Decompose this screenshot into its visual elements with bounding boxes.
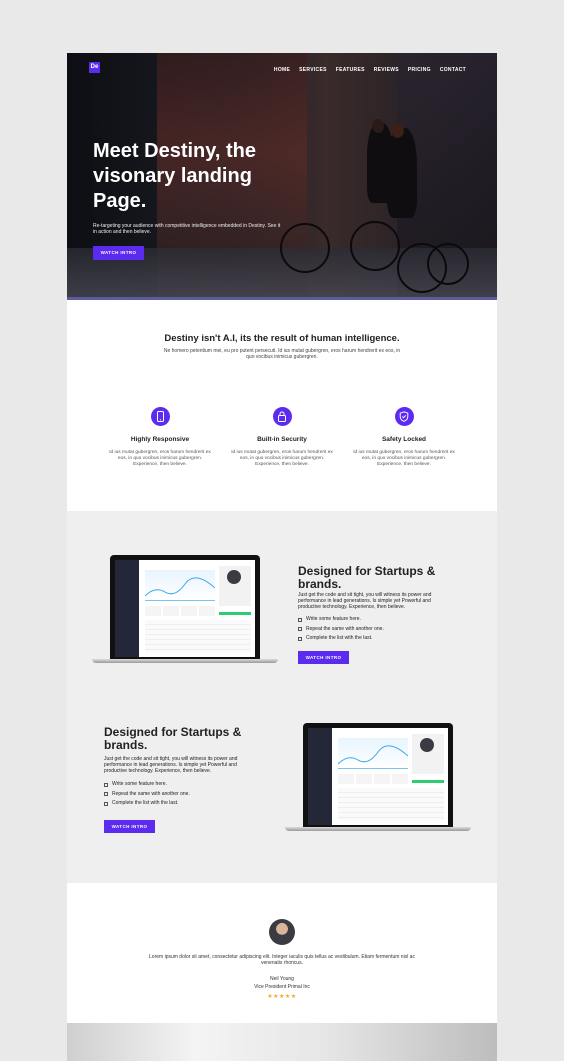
nav-reviews[interactable]: REVIEWS	[374, 67, 399, 73]
feature-security: Built-in Security Id ius mutat gubergren…	[222, 407, 342, 468]
list-item: Write some feature here.	[104, 780, 190, 790]
feature-text: Id ius mutat gubergren, eros harum hendr…	[353, 450, 455, 467]
nav-contact[interactable]: CONTACT	[440, 67, 466, 73]
nav-services[interactable]: SERVICES	[299, 67, 327, 73]
cyclist-figure	[387, 128, 417, 218]
list-item: Repeat the same with another one.	[104, 790, 190, 800]
nav-home[interactable]: HOME	[274, 67, 290, 73]
testimonial-role: Vice President Primal Inc	[254, 984, 310, 990]
logo[interactable]: De	[89, 62, 100, 73]
hero-title: Meet Destiny, the visonary landing Page.	[93, 140, 256, 212]
bike-wheel	[427, 243, 469, 285]
bike-wheel	[350, 221, 400, 271]
checkbox-icon	[298, 627, 302, 632]
checkbox-icon	[298, 636, 302, 641]
phone-icon	[150, 407, 170, 426]
landing-page: De HOME SERVICES FEATURES REVIEWS PRICIN…	[67, 53, 497, 1061]
bike-wheel	[280, 223, 330, 273]
nav-features[interactable]: FEATURES	[336, 67, 365, 73]
block-title: Designed for Startups & brands.	[298, 564, 436, 591]
block-text: Just get the code and sit tight, you wil…	[104, 756, 238, 775]
feature-safety: Safety Locked Id ius mutat gubergren, er…	[344, 407, 464, 468]
testimonial-name: Neil Young	[270, 976, 294, 982]
main-nav: HOME SERVICES FEATURES REVIEWS PRICING C…	[274, 67, 466, 73]
laptop-mockup	[285, 723, 471, 831]
dashboard-screenshot	[115, 560, 255, 657]
feature-list: Write some feature here. Repeat the same…	[298, 615, 384, 644]
feature-title: Highly Responsive	[130, 436, 190, 443]
footer-image	[67, 1023, 497, 1061]
hero-subtitle: Re-targeting your audience with competit…	[93, 223, 281, 235]
testimonial-quote: Lorem ipsum dolor sit amet, consectetur …	[149, 954, 415, 967]
feature-title: Built-in Security	[257, 436, 307, 443]
list-item: Complete the list with the last.	[104, 799, 190, 809]
feature-text: Id ius mutat gubergren, eros harum hendr…	[109, 450, 211, 467]
watch-intro-button[interactable]: WATCH INTRO	[298, 651, 349, 664]
shield-icon	[394, 407, 414, 426]
star-rating: ★★★★★	[267, 994, 297, 1000]
list-item: Complete the list with the last.	[298, 634, 384, 644]
block-title: Designed for Startups & brands.	[104, 725, 242, 752]
checkbox-icon	[298, 617, 302, 622]
feature-responsive: Highly Responsive Id ius mutat gubergren…	[100, 407, 220, 468]
lock-icon	[272, 407, 292, 426]
feature-list: Write some feature here. Repeat the same…	[104, 780, 190, 809]
feature-title: Safety Locked	[381, 436, 427, 443]
list-item: Write some feature here.	[298, 615, 384, 625]
intro-title: Destiny isn't A.I, its the result of hum…	[164, 333, 400, 344]
list-item: Repeat the same with another one.	[298, 625, 384, 635]
intro-text: Ne homero petentium mei, eu pro putent p…	[163, 348, 401, 360]
watch-intro-button[interactable]: WATCH INTRO	[104, 820, 155, 833]
checkbox-icon	[104, 792, 108, 797]
laptop-mockup	[92, 555, 278, 663]
hero-section: De HOME SERVICES FEATURES REVIEWS PRICIN…	[67, 53, 497, 300]
avatar	[269, 919, 295, 945]
nav-pricing[interactable]: PRICING	[408, 67, 431, 73]
checkbox-icon	[104, 801, 108, 806]
dashboard-screenshot	[308, 728, 448, 825]
showcase-section: Designed for Startups & brands. Just get…	[67, 511, 497, 883]
watch-intro-button[interactable]: WATCH INTRO	[93, 246, 144, 260]
feature-text: Id ius mutat gubergren, eros harum hendr…	[231, 450, 333, 467]
block-text: Just get the code and sit tight, you wil…	[298, 592, 432, 611]
checkbox-icon	[104, 782, 108, 787]
